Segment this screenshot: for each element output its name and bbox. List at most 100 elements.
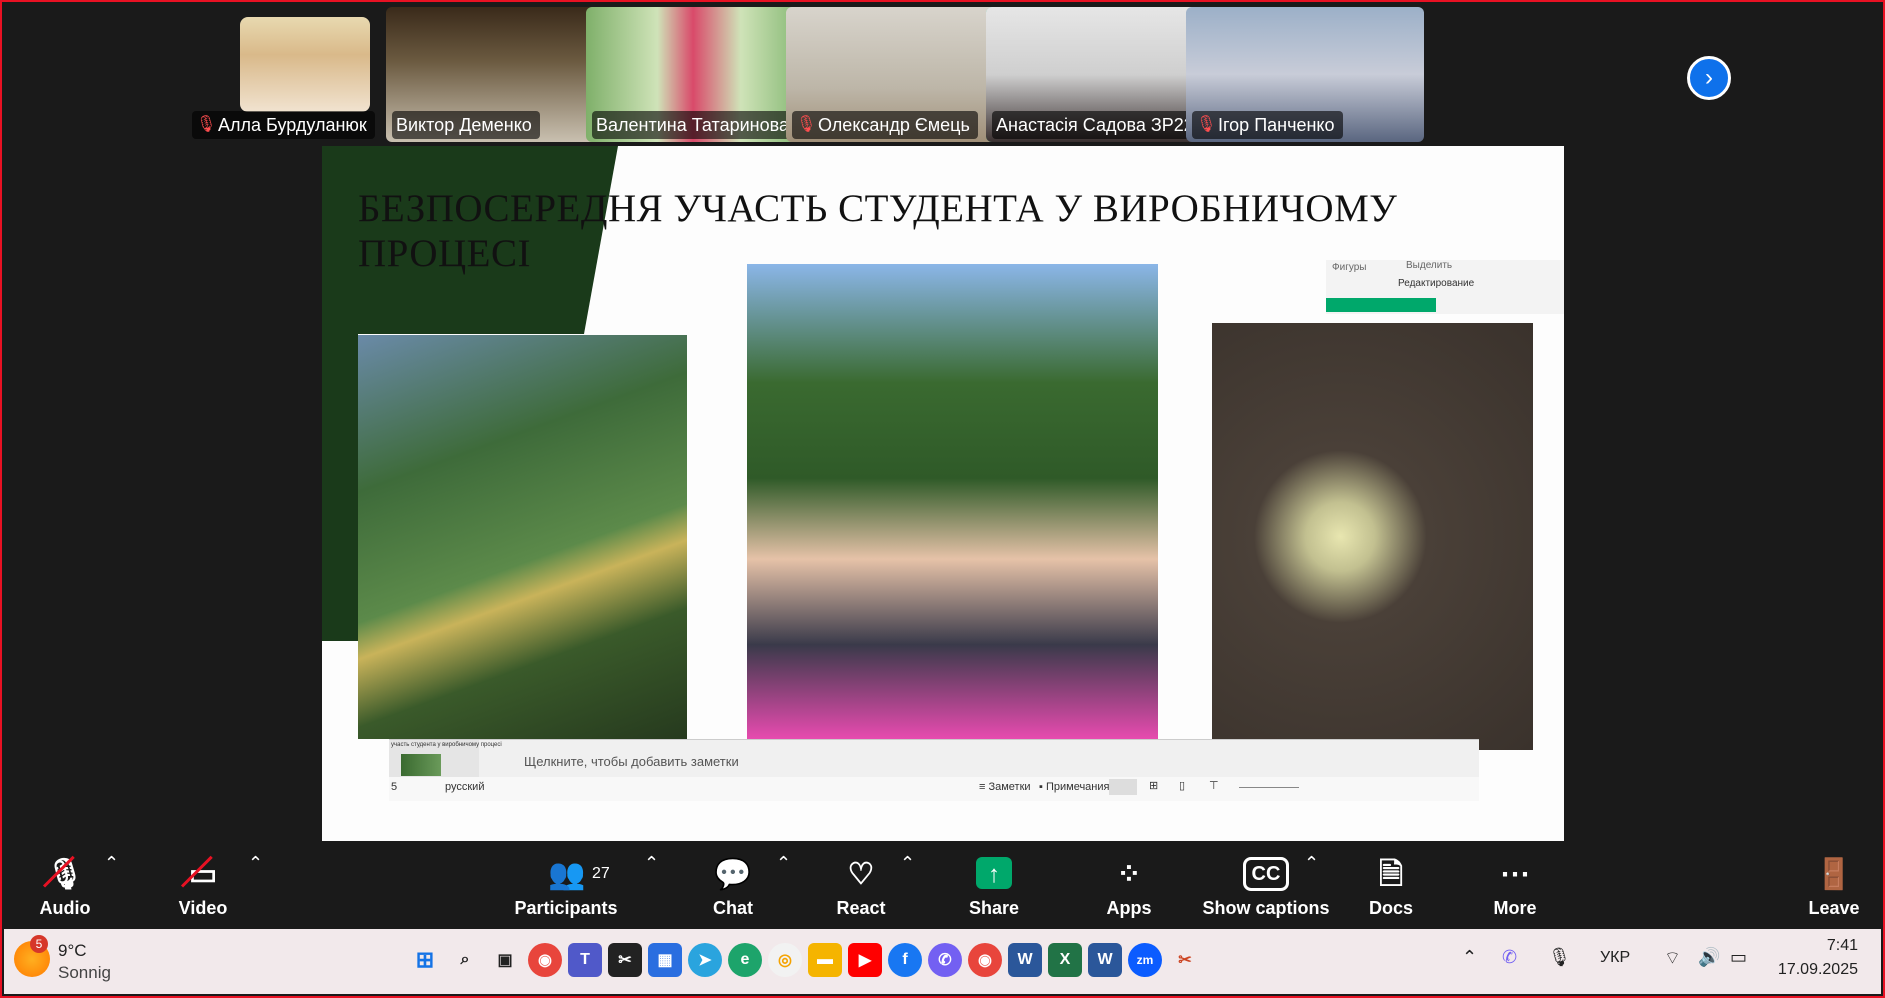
chat-button[interactable]: 💬 Chat: [698, 847, 768, 925]
temperature: 9°C: [58, 941, 87, 960]
share-up-arrow-icon: ↑: [976, 857, 1012, 889]
captions-options-caret[interactable]: ⌃: [1304, 853, 1319, 874]
chrome-profile-icon[interactable]: ◉: [968, 943, 1002, 977]
more-label: More: [1493, 898, 1537, 918]
participant-name-tag: Валентина Татаринова: [592, 111, 797, 139]
presentation-slide: БЕЗПОСЕРЕДНЯ УЧАСТЬ СТУДЕНТА У ВИРОБНИЧО…: [322, 146, 1564, 841]
wifi-icon[interactable]: ⌔: [1664, 947, 1681, 970]
heart-icon: ♡: [847, 858, 875, 891]
notes-toggle[interactable]: ≡ Заметки: [979, 781, 1031, 793]
youtube-icon[interactable]: ▶: [848, 943, 882, 977]
windows-taskbar: 5 9°C Sonnig ⊞ ⌕ ▣ ◉ T ✂ ▦ ➤ e ◎ ▬ ▶ f ✆…: [4, 929, 1881, 994]
volume-icon[interactable]: 🔊: [1698, 947, 1720, 968]
windows-start-icon[interactable]: ⊞: [408, 943, 442, 977]
reading-view-icon[interactable]: ▯: [1179, 779, 1185, 792]
viber-tray-icon[interactable]: ✆: [1502, 947, 1517, 968]
ellipsis-icon: ⋯: [1500, 858, 1530, 891]
participant-name: Анастасія Садова ЗР2201: [996, 115, 1214, 135]
weather-badge: 5: [30, 935, 48, 953]
muted-mic-icon: 🎙: [796, 116, 817, 133]
slide-thumbnail[interactable]: участь студента у виробничому процесі: [389, 740, 502, 778]
share-button[interactable]: ↑ Share: [959, 847, 1029, 925]
slide-decoration: [322, 334, 358, 641]
captions-label: Show captions: [1202, 898, 1330, 918]
progress-bar-fill: [1326, 298, 1436, 312]
thumbnail-caption: участь студента у виробничому процесі: [391, 742, 502, 748]
muted-mic-icon: 🎙: [196, 116, 217, 133]
clock-date[interactable]: 17.09.2025: [1776, 961, 1858, 979]
capcut-icon[interactable]: ✂: [608, 943, 642, 977]
edge-icon[interactable]: e: [728, 943, 762, 977]
notes-pane[interactable]: участь студента у виробничому процесі Ще…: [389, 739, 1479, 778]
task-view-icon[interactable]: ▣: [488, 943, 522, 977]
participant-name-tag: 🎙 Алла Бурдуланюк: [192, 111, 375, 139]
thumbnail-preview: [401, 754, 441, 776]
battery-icon[interactable]: ▭: [1730, 947, 1747, 968]
comments-toggle[interactable]: ▪ Примечания: [1039, 781, 1109, 793]
react-button[interactable]: ♡ React: [826, 847, 896, 925]
next-page-button[interactable]: ›: [1687, 56, 1731, 100]
student-photo: [747, 264, 1158, 740]
teams-icon[interactable]: T: [568, 943, 602, 977]
apps-button[interactable]: ⁘ Apps: [1094, 847, 1164, 925]
participants-button[interactable]: 👥 27 Participants: [512, 847, 620, 925]
file-explorer-icon[interactable]: ▬: [808, 943, 842, 977]
ribbon-partial-label: Выделить: [1406, 260, 1453, 271]
yandex-icon[interactable]: ◎: [768, 943, 802, 977]
search-icon[interactable]: ⌕: [448, 943, 482, 977]
mic-tray-icon[interactable]: 🎙: [1548, 947, 1571, 968]
input-language[interactable]: УКР: [1600, 949, 1630, 967]
snipping-tool-icon[interactable]: ✂: [1168, 943, 1202, 977]
audio-options-caret[interactable]: ⌃: [104, 853, 119, 874]
participants-count: 27: [592, 865, 610, 882]
viber-icon[interactable]: ✆: [928, 943, 962, 977]
participant-name: Виктор Деменко: [396, 115, 532, 135]
comment-icon: ▪: [1039, 781, 1046, 793]
chat-icon: 💬: [714, 858, 752, 891]
chevron-up-icon[interactable]: ⌃: [1462, 947, 1477, 968]
editor-ribbon: Фигуры Выделить Редактирование: [1326, 260, 1564, 314]
leave-label: Leave: [1808, 898, 1860, 918]
chrome-icon[interactable]: ◉: [528, 943, 562, 977]
participant-name: Олександр Ємець: [818, 115, 970, 135]
participants-options-caret[interactable]: ⌃: [644, 853, 659, 874]
apps-label: Apps: [1106, 898, 1152, 918]
cc-icon: CC: [1242, 857, 1290, 891]
word-icon[interactable]: W: [1008, 943, 1042, 977]
leave-door-icon: 🚪: [1815, 858, 1853, 891]
excel-icon[interactable]: X: [1048, 943, 1082, 977]
participant-name: Валентина Татаринова: [596, 115, 789, 135]
word-icon[interactable]: W: [1088, 943, 1122, 977]
store-icon[interactable]: ▦: [648, 943, 682, 977]
participant-tile[interactable]: 🎙 Ігор Панченко: [1186, 7, 1424, 142]
notes-placeholder: Щелкните, чтобы добавить заметки: [524, 754, 739, 769]
more-button[interactable]: ⋯ More: [1480, 847, 1550, 925]
participant-name-tag: Виктор Деменко: [392, 111, 540, 139]
notes-toggle-label: Заметки: [988, 781, 1031, 793]
normal-view-button[interactable]: [1109, 779, 1137, 795]
participant-name: Алла Бурдуланюк: [218, 115, 367, 135]
slide-number: 5: [391, 781, 398, 793]
sorter-view-icon[interactable]: ⊞: [1149, 779, 1158, 792]
weather-condition: Sonnig: [58, 963, 111, 982]
clock-time[interactable]: 7:41: [1776, 937, 1858, 955]
corn-cobs-photo: [1212, 323, 1533, 750]
video-button[interactable]: ▭ Video: [168, 847, 238, 925]
audio-label: Audio: [39, 898, 91, 918]
docs-button[interactable]: 🗎 Docs: [1356, 847, 1426, 925]
slideshow-icon[interactable]: ⊤: [1209, 779, 1219, 792]
comments-toggle-label: Примечания: [1045, 781, 1110, 793]
zoom-icon[interactable]: zm: [1128, 943, 1162, 977]
apps-icon: ⁘: [1116, 858, 1142, 891]
react-label: React: [836, 898, 886, 918]
audio-button[interactable]: 🎙 Audio: [30, 847, 100, 925]
participant-strip: 🎙 Алла Бурдуланюк Виктор Деменко Валентин…: [4, 4, 1881, 146]
leave-button[interactable]: 🚪 Leave: [1799, 847, 1869, 925]
zoom-slider[interactable]: [1239, 787, 1299, 788]
facebook-icon[interactable]: f: [888, 943, 922, 977]
docs-label: Docs: [1368, 898, 1413, 918]
chat-options-caret[interactable]: ⌃: [776, 853, 791, 874]
react-options-caret[interactable]: ⌃: [900, 853, 915, 874]
telegram-icon[interactable]: ➤: [688, 943, 722, 977]
video-options-caret[interactable]: ⌃: [248, 853, 263, 874]
